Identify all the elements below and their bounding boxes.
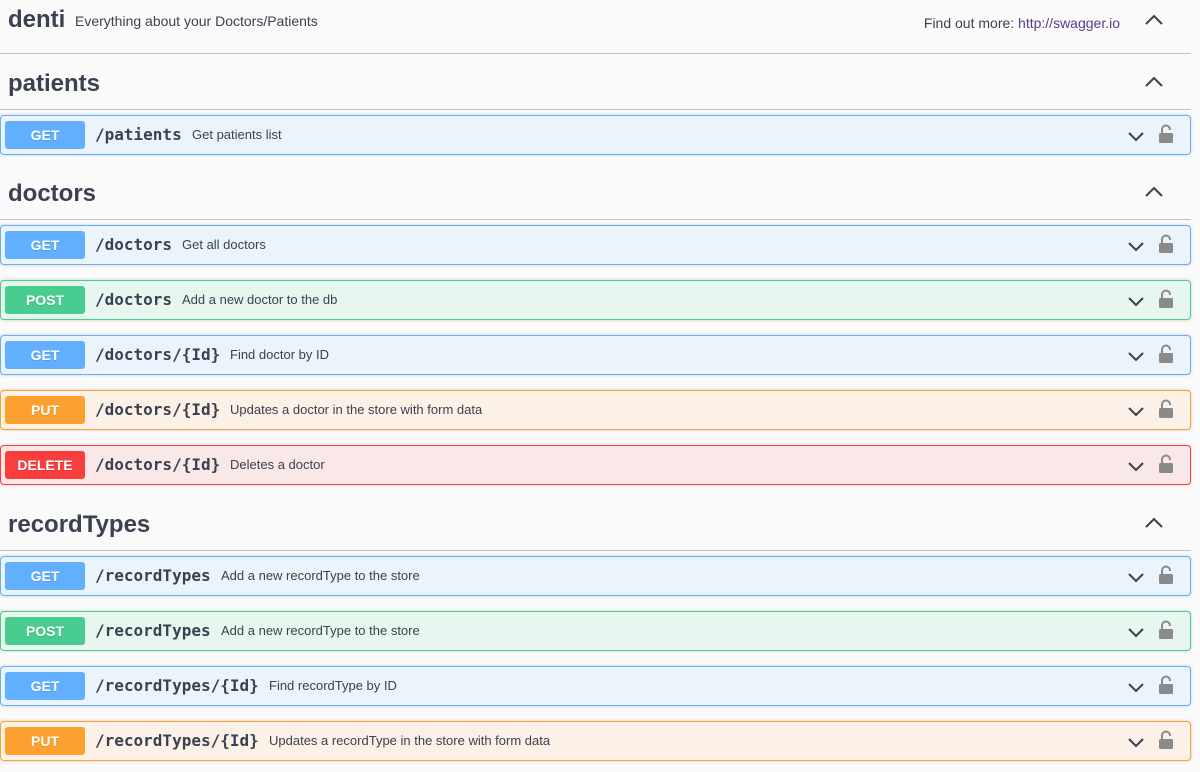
operation-put-recordtype-by-id[interactable]: PUT /recordTypes/{Id} Updates a recordTy… [0, 721, 1191, 761]
operation-path: /doctors [95, 290, 173, 309]
method-badge: POST [5, 617, 85, 645]
operation-delete-doctor-by-id[interactable]: DELETE /doctors/{Id} Deletes a doctor [0, 445, 1191, 485]
operation-path: /doctors/{Id} [95, 400, 221, 419]
unlocked-icon[interactable] [1158, 730, 1174, 750]
operation-summary: Add a new doctor to the db [182, 292, 338, 307]
operation-post-doctors[interactable]: POST /doctors Add a new doctor to the db [0, 280, 1191, 320]
method-badge: GET [5, 672, 85, 700]
operation-post-recordtypes[interactable]: POST /recordTypes Add a new recordType t… [0, 611, 1191, 651]
unlocked-icon[interactable] [1158, 675, 1174, 695]
operation-path: /recordTypes/{Id} [95, 731, 259, 750]
tag-header-doctors[interactable]: doctors [0, 164, 1191, 220]
chevron-down-icon[interactable] [1127, 402, 1145, 420]
chevron-down-icon[interactable] [1127, 347, 1145, 365]
unlocked-icon[interactable] [1158, 399, 1174, 419]
method-badge: DELETE [5, 451, 85, 479]
unlocked-icon[interactable] [1158, 124, 1174, 144]
operation-path: /recordTypes [95, 621, 211, 640]
operation-path: /recordTypes [95, 566, 211, 585]
operation-put-doctor-by-id[interactable]: PUT /doctors/{Id} Updates a doctor in th… [0, 390, 1191, 430]
tag-title-recordtypes: recordTypes [8, 511, 151, 538]
operation-path: /patients [95, 125, 182, 144]
tag-title-doctors: doctors [8, 180, 97, 207]
find-more-label: Find out more: [923, 15, 1015, 31]
unlocked-icon[interactable] [1158, 234, 1174, 254]
tag-header-patients[interactable]: patients [0, 54, 1191, 110]
chevron-down-icon[interactable] [1127, 568, 1145, 586]
swagger-link[interactable]: http://swagger.io [1018, 15, 1120, 31]
tag-title-patients: patients [8, 70, 101, 97]
find-out-more: Find out more: http://swagger.io [924, 15, 1120, 31]
tag-header-recordtypes[interactable]: recordTypes [0, 495, 1191, 551]
operation-summary: Updates a doctor in the store with form … [230, 402, 483, 417]
chevron-up-icon[interactable] [1144, 72, 1164, 92]
tag-title-denti: denti [8, 6, 66, 33]
method-badge: GET [5, 562, 85, 590]
chevron-down-icon[interactable] [1127, 237, 1145, 255]
unlocked-icon[interactable] [1158, 289, 1174, 309]
chevron-down-icon[interactable] [1127, 733, 1145, 751]
operation-summary: Deletes a doctor [230, 457, 325, 472]
operation-summary: Get patients list [192, 127, 282, 142]
chevron-down-icon[interactable] [1127, 457, 1145, 475]
method-badge: GET [5, 231, 85, 259]
operation-get-doctors[interactable]: GET /doctors Get all doctors [0, 225, 1191, 265]
operation-summary: Find recordType by ID [269, 678, 397, 693]
operation-summary: Updates a recordType in the store with f… [269, 733, 551, 748]
operation-summary: Get all doctors [182, 237, 266, 252]
tag-description: Everything about your Doctors/Patients [75, 13, 318, 29]
operation-get-patients[interactable]: GET /patients Get patients list [0, 115, 1191, 155]
operation-path: /doctors [95, 235, 173, 254]
unlocked-icon[interactable] [1158, 565, 1174, 585]
chevron-down-icon[interactable] [1127, 127, 1145, 145]
method-badge: POST [5, 286, 85, 314]
operation-summary: Add a new recordType to the store [221, 568, 420, 583]
chevron-up-icon[interactable] [1144, 182, 1164, 202]
operation-summary: Find doctor by ID [230, 347, 329, 362]
unlocked-icon[interactable] [1158, 620, 1174, 640]
operation-path: /doctors/{Id} [95, 455, 221, 474]
operation-get-doctor-by-id[interactable]: GET /doctors/{Id} Find doctor by ID [0, 335, 1191, 375]
chevron-down-icon[interactable] [1127, 292, 1145, 310]
tag-header-denti[interactable]: denti Everything about your Doctors/Pati… [0, 0, 1191, 54]
unlocked-icon[interactable] [1158, 454, 1174, 474]
chevron-up-icon[interactable] [1144, 513, 1164, 533]
chevron-up-icon[interactable] [1144, 10, 1164, 30]
operation-path: /doctors/{Id} [95, 345, 221, 364]
method-badge: PUT [5, 396, 85, 424]
unlocked-icon[interactable] [1158, 344, 1174, 364]
operation-get-recordtype-by-id[interactable]: GET /recordTypes/{Id} Find recordType by… [0, 666, 1191, 706]
method-badge: GET [5, 121, 85, 149]
method-badge: PUT [5, 727, 85, 755]
chevron-down-icon[interactable] [1127, 678, 1145, 696]
operation-path: /recordTypes/{Id} [95, 676, 259, 695]
operation-summary: Add a new recordType to the store [221, 623, 420, 638]
operation-get-recordtypes[interactable]: GET /recordTypes Add a new recordType to… [0, 556, 1191, 596]
method-badge: GET [5, 341, 85, 369]
chevron-down-icon[interactable] [1127, 623, 1145, 641]
